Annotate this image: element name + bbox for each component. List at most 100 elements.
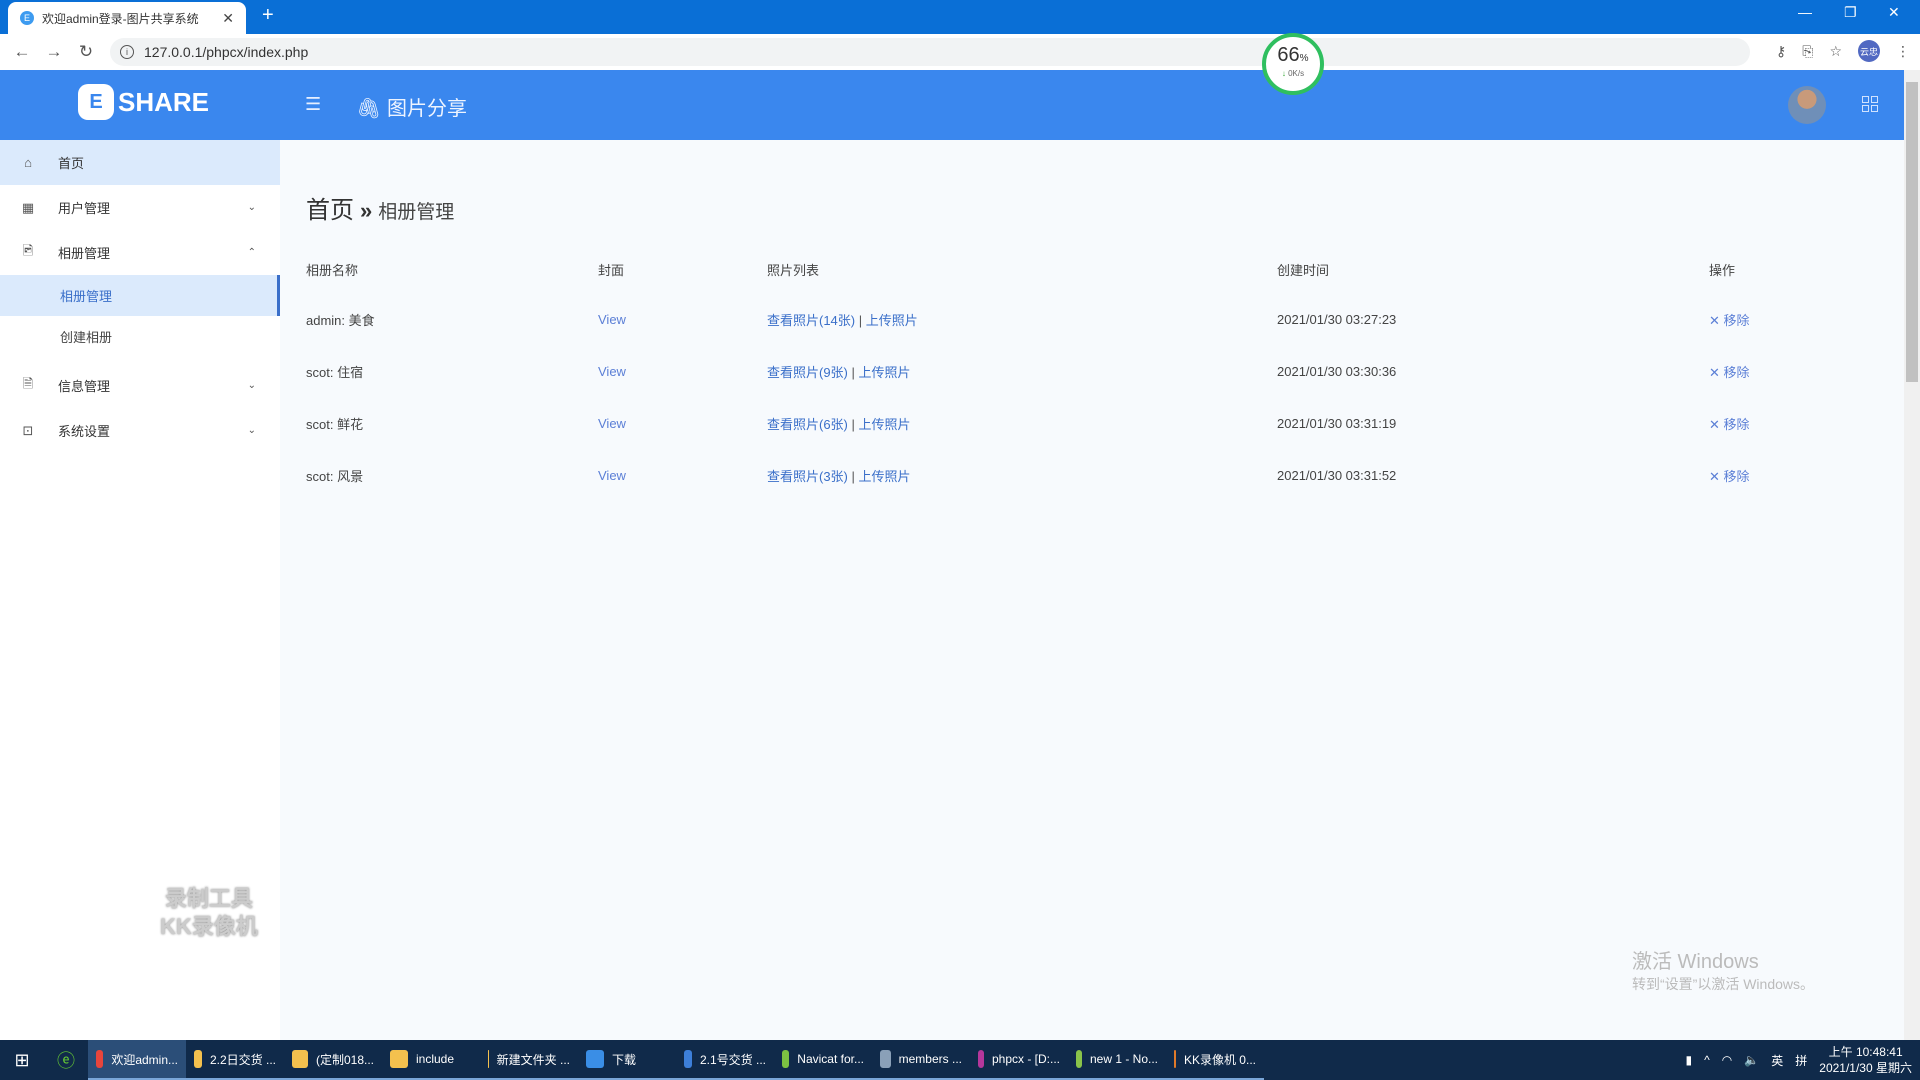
windows-start-icon[interactable]: ⊞ — [0, 1050, 44, 1071]
taskbar-item[interactable]: (定制018... — [284, 1040, 382, 1080]
browser-tabbar: E 欢迎admin登录-图片共享系统 ✕ + — ❐ ✕ — [0, 0, 1920, 34]
view-cover-link[interactable]: View — [598, 364, 626, 379]
sidebar-item-users[interactable]: ▦ 用户管理 ⌄ — [0, 185, 280, 230]
close-window-button[interactable]: ✕ — [1888, 4, 1900, 21]
volume-icon[interactable]: 🔈 — [1744, 1053, 1759, 1067]
scrollbar-thumb[interactable] — [1906, 82, 1918, 382]
back-button[interactable]: ← — [6, 42, 38, 62]
upload-photos-link[interactable]: 上传照片 — [859, 469, 911, 484]
app-icon — [292, 1050, 308, 1068]
recorder-watermark-line1: 录制工具 — [164, 886, 253, 911]
view-photos-link[interactable]: 查看照片(3张) — [767, 469, 848, 484]
upload-photos-link[interactable]: 上传照片 — [866, 313, 918, 328]
grid-icon: ▦ — [21, 199, 35, 215]
col-header-cover: 封面 — [598, 262, 625, 278]
minimize-button[interactable]: — — [1798, 4, 1812, 20]
url-input[interactable]: i 127.0.0.1/phpcx/index.php — [110, 38, 1750, 66]
translate-icon[interactable]: ⎘ — [1802, 43, 1813, 60]
key-icon[interactable]: ⚷ — [1776, 43, 1786, 60]
clock[interactable]: 上午 10:48:41 2021/1/30 星期六 — [1819, 1044, 1912, 1076]
sidebar-item-label: 系统设置 — [58, 424, 111, 439]
taskbar-item-label: phpcx - [D:... — [991, 1052, 1060, 1066]
taskbar-item[interactable]: phpcx - [D:... — [970, 1040, 1068, 1080]
view-cover-link[interactable]: View — [598, 416, 626, 431]
view-photos-link[interactable]: 查看照片(6张) — [767, 417, 848, 432]
user-avatar[interactable] — [1788, 86, 1826, 124]
logo[interactable]: E SHARE — [78, 84, 209, 120]
breadcrumb: 首页 » 相册管理 — [306, 190, 454, 225]
app-icon — [390, 1050, 408, 1068]
show-hidden-icons[interactable]: ^ — [1704, 1053, 1710, 1067]
taskbar-item[interactable]: new 1 - No... — [1068, 1040, 1166, 1080]
view-cover-link[interactable]: View — [598, 312, 626, 327]
view-photos-link[interactable]: 查看照片(9张) — [767, 365, 848, 380]
close-tab-icon[interactable]: ✕ — [222, 10, 234, 27]
sidebar-subitem-create-album[interactable]: 创建相册 — [0, 316, 280, 357]
header-title[interactable]: 🖇 图片分享 — [356, 92, 467, 121]
sidebar-subitem-album-management[interactable]: 相册管理 — [0, 275, 280, 316]
grid-apps-icon[interactable] — [1862, 96, 1878, 112]
ie-browser-icon[interactable]: ⓔ — [44, 1047, 88, 1073]
view-cover-link[interactable]: View — [598, 468, 626, 483]
speed-unit: % — [1299, 53, 1309, 64]
remove-button[interactable]: ✕ 移除 — [1709, 417, 1750, 432]
taskbar-item[interactable]: 新建文件夹 ... — [480, 1040, 578, 1080]
usb-icon[interactable]: ▮ — [1686, 1053, 1693, 1067]
browser-tab[interactable]: E 欢迎admin登录-图片共享系统 ✕ — [8, 2, 246, 34]
menu-toggle-icon[interactable]: ☰ — [305, 94, 321, 115]
breadcrumb-home[interactable]: 首页 — [306, 190, 354, 225]
sidebar-item-settings[interactable]: ⊡ 系统设置 ⌄ — [0, 408, 280, 453]
clock-time: 上午 10:48:41 — [1828, 1045, 1903, 1059]
forward-button[interactable]: → — [38, 42, 70, 62]
view-photos-link[interactable]: 查看照片(14张) — [767, 313, 855, 328]
taskbar-item[interactable]: include — [382, 1040, 480, 1080]
remove-button[interactable]: ✕ 移除 — [1709, 469, 1750, 484]
created-time: 2021/01/30 03:30:36 — [1277, 363, 1397, 379]
new-tab-button[interactable]: + — [262, 4, 274, 27]
restore-button[interactable]: ❐ — [1844, 4, 1857, 21]
upload-photos-link[interactable]: 上传照片 — [859, 417, 911, 432]
reload-button[interactable]: ↻ — [70, 42, 102, 62]
taskbar-item[interactable]: Navicat for... — [774, 1040, 872, 1080]
album-name: scot: 风景 — [306, 468, 364, 484]
chevron-down-icon: ⌄ — [247, 380, 256, 391]
taskbar-item-label: (定制018... — [315, 1052, 374, 1067]
windows-taskbar: ⊞ ⓔ 欢迎admin... 2.2日交货 ... (定制018... include… — [0, 1040, 1920, 1080]
profile-avatar[interactable]: 云忠 — [1858, 40, 1880, 62]
page-scrollbar[interactable] — [1904, 70, 1920, 1040]
recorder-watermark-line2: KK录像机 — [160, 914, 258, 939]
download-arrow-icon: ↓ — [1281, 69, 1286, 78]
taskbar-item-label: include — [416, 1052, 455, 1066]
taskbar-item-label: 新建文件夹 ... — [496, 1052, 570, 1067]
terminal-icon: ⊡ — [22, 422, 34, 438]
taskbar-item[interactable]: members ... — [872, 1040, 970, 1080]
info-icon[interactable]: i — [120, 45, 134, 59]
table-row: scot: 住宿 View 查看照片(9张) | 上传照片 2021/01/30… — [306, 345, 1876, 397]
system-tray: ▮ ^ ◠ 🔈 英 拼 上午 10:48:41 2021/1/30 星期六 — [1686, 1044, 1920, 1076]
app-header: E SHARE ☰ 🖇 图片分享 — [0, 70, 1904, 140]
ime-language[interactable]: 英 — [1771, 1052, 1783, 1069]
star-icon[interactable]: ☆ — [1829, 43, 1842, 60]
paperclip-icon: 🖇 — [356, 98, 382, 120]
taskbar-item[interactable]: 下载 — [578, 1040, 676, 1080]
created-time: 2021/01/30 03:27:23 — [1277, 311, 1397, 327]
sidebar-item-info[interactable]: 🗎 信息管理 ⌄ — [0, 363, 280, 408]
speed-widget[interactable]: 66% ↓ 0K/s — [1262, 33, 1324, 95]
sidebar-item-albums[interactable]: 🖻 相册管理 ⌃ — [0, 230, 280, 275]
upload-photos-link[interactable]: 上传照片 — [859, 365, 911, 380]
menu-dots-icon[interactable]: ⋮ — [1896, 43, 1910, 60]
chevron-up-icon: ⌃ — [247, 247, 256, 258]
taskbar-item[interactable]: 2.1号交货 ... — [676, 1040, 774, 1080]
taskbar-item[interactable]: KK录像机 0... — [1166, 1040, 1264, 1080]
favicon-icon: E — [20, 11, 34, 25]
col-header-photos: 照片列表 — [767, 262, 820, 278]
app-icon — [1076, 1050, 1082, 1068]
network-icon[interactable]: ◠ — [1722, 1053, 1732, 1067]
activation-subtitle: 转到“设置”以激活 Windows。 — [1632, 976, 1815, 992]
taskbar-item[interactable]: 2.2日交货 ... — [186, 1040, 284, 1080]
sidebar-item-home[interactable]: ⌂ 首页 — [0, 140, 280, 185]
remove-button[interactable]: ✕ 移除 — [1709, 313, 1750, 328]
taskbar-item[interactable]: 欢迎admin... — [88, 1040, 186, 1080]
remove-button[interactable]: ✕ 移除 — [1709, 365, 1750, 380]
ime-mode[interactable]: 拼 — [1795, 1052, 1807, 1069]
